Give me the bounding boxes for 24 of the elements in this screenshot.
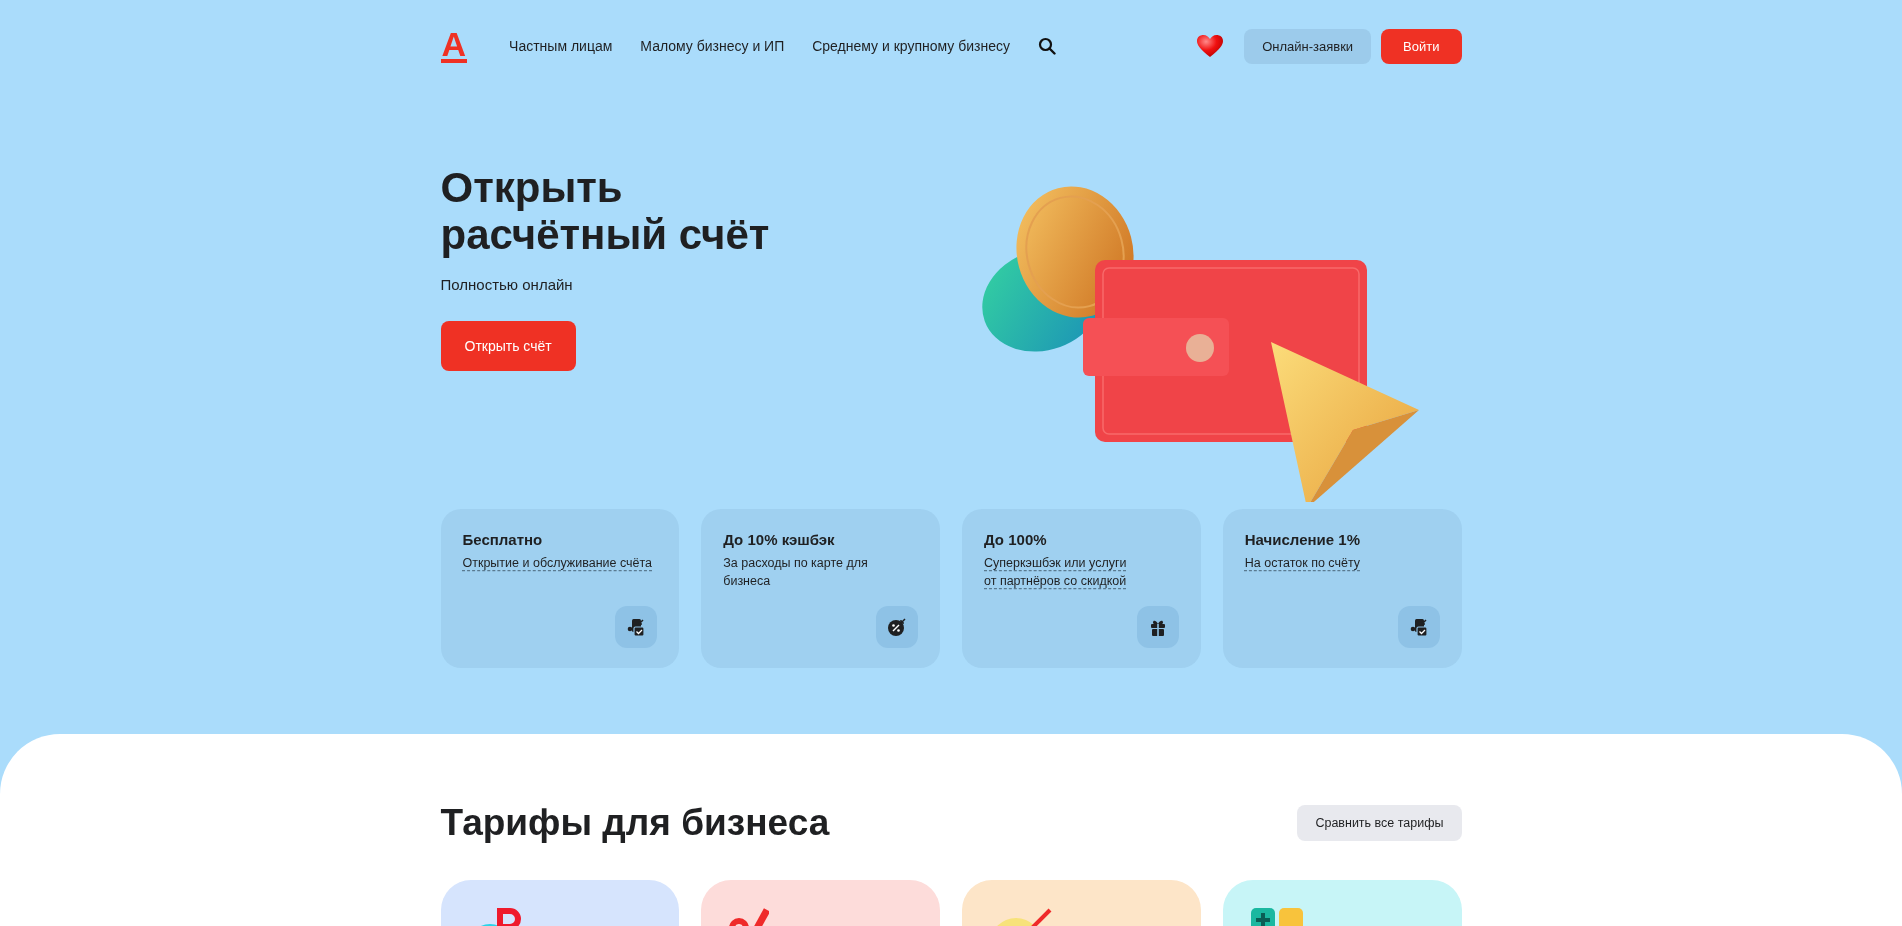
compare-tariffs-button[interactable]: Сравнить все тарифы bbox=[1297, 805, 1462, 841]
nav-link[interactable]: Малому бизнесу и ИП bbox=[640, 38, 785, 54]
feature-link[interactable]: Открытие и обслуживание счёта bbox=[462, 554, 653, 572]
hero-subtitle: Полностью онлайн bbox=[440, 276, 574, 293]
document-check-icon bbox=[1408, 617, 1429, 637]
percent-icon bbox=[887, 617, 907, 637]
section-title: Тарифы для бизнеса bbox=[440, 802, 831, 844]
document-check-icon bbox=[626, 617, 647, 637]
hero-title: Открыть расчётный счёт bbox=[440, 164, 771, 258]
feature-text: За расходы по карте для бизнеса bbox=[723, 555, 869, 590]
nav-link[interactable]: Частным лицам bbox=[509, 38, 613, 54]
feature-link[interactable]: Суперкэшбэк или услуги от партнёров со скидкой bbox=[984, 554, 1127, 590]
search-icon[interactable] bbox=[1037, 37, 1056, 55]
blocks-icon bbox=[1250, 908, 1303, 926]
login-button[interactable]: Войти bbox=[1381, 28, 1462, 64]
feature-title: Бесплатно bbox=[462, 531, 544, 548]
feature-link[interactable]: На остаток по счёту bbox=[1244, 554, 1361, 572]
feature-title: До 10% кэшбэк bbox=[723, 531, 836, 548]
applications-button[interactable]: Онлайн-заявки bbox=[1244, 28, 1372, 64]
feature-title: До 100% bbox=[984, 531, 1048, 548]
open-account-button[interactable]: Открыть счёт bbox=[440, 321, 576, 371]
heart-icon[interactable] bbox=[1196, 34, 1225, 58]
feature-title: Начисление 1% bbox=[1244, 531, 1361, 548]
nav-link[interactable]: Среднему и крупному бизнесу bbox=[812, 38, 1010, 54]
